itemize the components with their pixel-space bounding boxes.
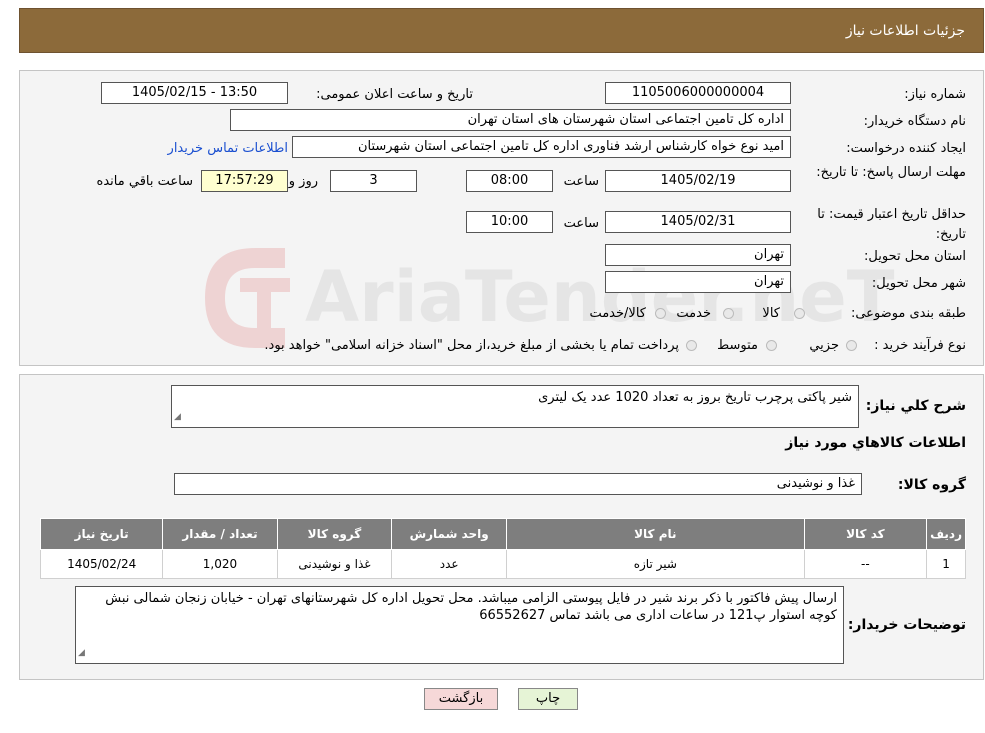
process-radio-minor[interactable] [846,340,857,351]
category-label: طبقه بندی موضوعی: [850,306,966,321]
category-radio-goods-service[interactable] [655,308,666,319]
process-option-minor: جزیي [809,338,839,353]
page-title: جزئیات اطلاعات نیاز [845,23,965,39]
goods-group-field: غذا و نوشیدنی [174,473,862,495]
deadline-label: مهلت ارسال پاسخ: تا تاریخ: [816,165,966,180]
resize-grip-icon[interactable]: ◢ [78,645,85,662]
buyer-org-label: نام دستگاه خریدار: [863,114,966,129]
resize-grip-icon[interactable]: ◢ [174,409,181,426]
cell-row: 1 [926,549,966,579]
col-date: تاریخ نیاز [39,518,164,550]
city-field: تهران [605,271,791,293]
process-radio-medium[interactable] [766,340,777,351]
goods-table-header: رديف کد کالا نام کالا واحد شمارش گروه کا… [39,518,966,550]
cell-code: -- [803,549,928,579]
validity-label: حداقل تاریخ اعتبار قیمت: تا تاریخ: [817,207,966,242]
cell-name: شیر تازه [506,549,805,579]
cell-quantity: 1,020 [162,549,278,579]
days-field: 3 [330,170,417,192]
col-code: کد کالا [803,518,928,550]
creator-field: امید نوع خواه کارشناس ارشد فناوری اداره … [292,136,791,158]
validity-time-label: ساعت [563,216,599,231]
validity-date-field: 1405/02/31 [605,211,791,233]
category-radio-goods[interactable] [794,308,805,319]
announce-label: تاریخ و ساعت اعلان عمومی: [316,87,473,102]
buyer-org-field: اداره کل تامین اجتماعی استان شهرستان های… [230,109,791,131]
col-quantity: تعداد / مقدار [162,518,278,550]
validity-time-field: 10:00 [466,211,553,233]
col-unit: واحد شمارش [391,518,508,550]
goods-info-title: اطلاعات کالاهاي مورد نياز [785,435,966,451]
province-label: استان محل تحویل: [864,249,966,264]
need-number-label: شماره نیاز: [904,87,966,102]
col-name: نام کالا [506,518,805,550]
deadline-time-label: ساعت [563,174,599,189]
category-radio-service[interactable] [723,308,734,319]
buyer-contact-link[interactable]: اطلاعات تماس خریدار [168,141,288,156]
province-field: تهران [605,244,791,266]
cell-group: غذا و نوشیدنی [276,549,393,579]
announce-field: 1405/02/15 - 13:50 [101,82,288,104]
process-note: پرداخت تمام یا بخشی از مبلغ خرید،از محل … [264,338,679,353]
city-label: شهر محل تحویل: [871,276,966,291]
buyer-notes-label: توضیحات خریدار: [847,617,966,633]
days-label: روز و [288,174,318,189]
goods-table: رديف کد کالا نام کالا واحد شمارش گروه کا… [39,518,966,579]
summary-label: شرح کلي نياز: [865,398,966,414]
goods-group-label: گروه کالا: [897,477,966,493]
need-number-field: 1105006000000004 [605,82,791,104]
buyer-notes-text: ارسال پیش فاکتور با ذکر برند شیر در فایل… [105,591,837,623]
process-radio-treasury[interactable] [686,340,697,351]
summary-text: شیر پاکتی پرچرب تاریخ بروز به تعداد 1020… [538,390,852,405]
creator-label: ایجاد کننده درخواست: [846,141,966,156]
category-option-goods-service: کالا/خدمت [589,306,646,321]
cell-date: 1405/02/24 [39,549,164,579]
buyer-notes-textarea[interactable]: ارسال پیش فاکتور با ذکر برند شیر در فایل… [75,586,844,664]
remaining-label: ساعت باقي مانده [96,174,193,189]
process-option-medium: متوسط [717,338,758,353]
cell-unit: عدد [391,549,508,579]
col-row: رديف [926,518,966,550]
deadline-date-field: 1405/02/19 [605,170,791,192]
col-group: گروه کالا [276,518,393,550]
deadline-time-field: 08:00 [466,170,553,192]
remaining-time-field: 17:57:29 [201,170,288,192]
summary-textarea[interactable]: شیر پاکتی پرچرب تاریخ بروز به تعداد 1020… [171,385,859,428]
page-header: جزئیات اطلاعات نیاز [19,8,984,53]
table-row: 1 -- شیر تازه عدد غذا و نوشیدنی 1,020 14… [39,549,966,579]
print-button[interactable]: چاپ [518,688,578,710]
back-button[interactable]: بازگشت [424,688,498,710]
category-option-goods: کالا [762,306,780,321]
category-option-service: خدمت [676,306,711,321]
process-label: نوع فرآیند خرید : [874,338,966,353]
